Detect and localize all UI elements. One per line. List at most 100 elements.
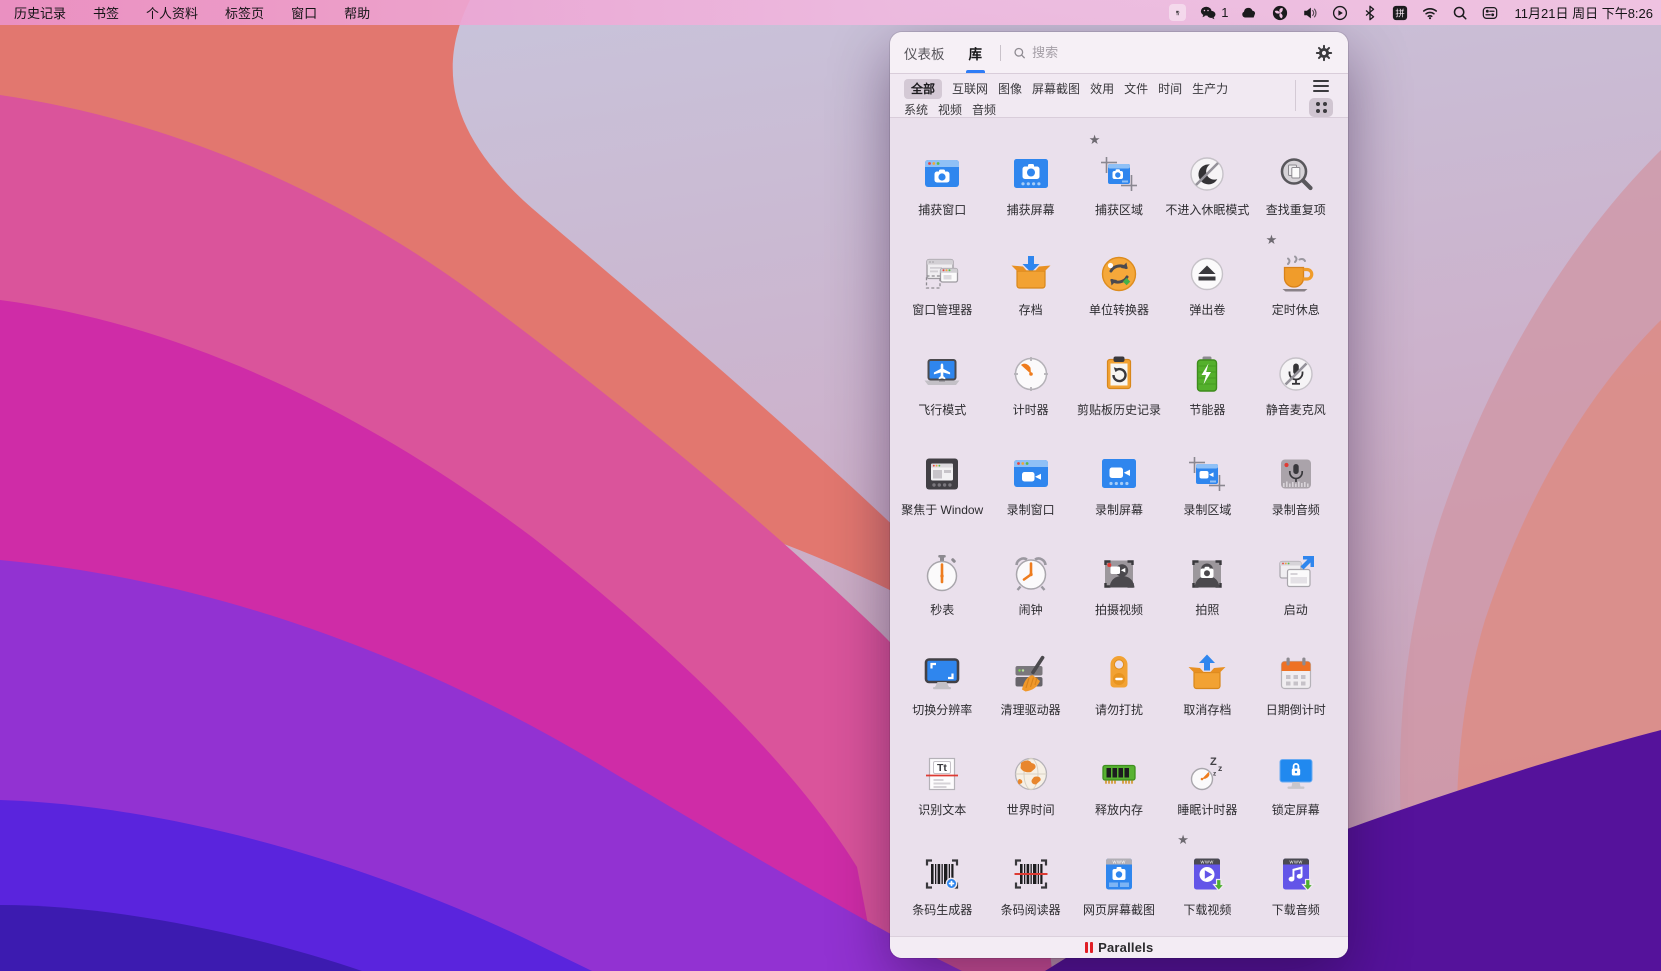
tab-library[interactable]: 库 (969, 32, 983, 73)
tool-label: 飞行模式 (918, 401, 966, 418)
tool-label: 剪贴板历史记录 (1077, 401, 1161, 418)
bluetooth-icon[interactable] (1362, 4, 1379, 21)
wechat-icon[interactable] (1199, 4, 1216, 21)
category-filter[interactable]: 时间 (1158, 79, 1182, 99)
cloud-app-icon[interactable] (1242, 4, 1259, 21)
tool-record-area[interactable]: 录制区域 (1163, 432, 1251, 532)
category-filter[interactable]: 音频 (972, 100, 996, 120)
search-input[interactable] (1032, 45, 1314, 60)
category-filter[interactable]: 全部 (904, 79, 942, 99)
tool-timer[interactable]: 计时器 (986, 332, 1074, 432)
tool-date-countdown[interactable]: 日期倒计时 (1252, 632, 1340, 732)
tool-alarm-clock[interactable]: 闹钟 (986, 532, 1074, 632)
tool-airplane-mode[interactable]: 飞行模式 (898, 332, 986, 432)
tool-eject-volumes[interactable]: 弹出卷 (1163, 232, 1251, 332)
tool-sleep-timer[interactable]: Zzz 睡眠计时器 (1163, 732, 1251, 832)
svg-text:WWW: WWW (1112, 860, 1125, 865)
tool-switch-resolution[interactable]: 切换分辨率 (898, 632, 986, 732)
tool-capture-window[interactable]: 捕获窗口 (898, 132, 986, 232)
capture-window-icon (920, 152, 964, 196)
input-source-icon[interactable]: 拼 (1392, 4, 1409, 21)
tool-unarchive[interactable]: 取消存档 (1163, 632, 1251, 732)
fan-app-icon[interactable] (1272, 4, 1289, 21)
menu-items: 历史记录 书签 个人资料 标签页 窗口 帮助 (14, 3, 370, 22)
do-not-disturb-icon (1097, 652, 1141, 696)
category-filter[interactable]: 系统 (904, 100, 928, 120)
tool-label: 定时休息 (1272, 301, 1320, 318)
unit-converter-icon (1097, 252, 1141, 296)
tool-archive[interactable]: 存档 (986, 232, 1074, 332)
tool-label: 睡眠计时器 (1177, 801, 1237, 818)
tool-record-audio[interactable]: 录制音频 (1252, 432, 1340, 532)
tool-free-memory[interactable]: 释放内存 (1075, 732, 1163, 832)
alarm-clock-icon (1009, 552, 1053, 596)
menu-bar-clock[interactable]: 11月21日 周日 下午8:26 (1515, 3, 1653, 22)
volume-icon[interactable] (1302, 4, 1319, 21)
tool-barcode-generator[interactable]: 条码生成器 (898, 832, 986, 932)
settings-gear-icon[interactable] (1314, 43, 1334, 63)
tool-label: 节能器 (1189, 401, 1225, 418)
tool-record-window[interactable]: 录制窗口 (986, 432, 1074, 532)
menu-item[interactable]: 帮助 (344, 3, 370, 22)
parallels-toolbox-menu-icon[interactable] (1169, 4, 1186, 21)
menu-item[interactable]: 个人资料 (146, 3, 198, 22)
tool-webpage-screenshot[interactable]: WWW网页屏幕截图 (1075, 832, 1163, 932)
status-area: 1 (1169, 3, 1653, 22)
tool-capture-screen[interactable]: 捕获屏幕 (986, 132, 1074, 232)
tool-find-duplicates[interactable]: 查找重复项 (1252, 132, 1340, 232)
category-filter[interactable]: 互联网 (952, 79, 988, 99)
tool-world-time[interactable]: 世界时间 (986, 732, 1074, 832)
category-filter[interactable]: 屏幕截图 (1032, 79, 1080, 99)
wifi-icon[interactable] (1422, 4, 1439, 21)
tool-recognize-text[interactable]: Tt识别文本 (898, 732, 986, 832)
window-manager-icon (920, 252, 964, 296)
tool-record-screen[interactable]: 录制屏幕 (1075, 432, 1163, 532)
category-bar: 全部互联网图像屏幕截图效用文件时间生产力 系统视频音频 (890, 74, 1348, 118)
menu-item[interactable]: 窗口 (291, 3, 317, 22)
tool-unit-converter[interactable]: 单位转换器 (1075, 232, 1163, 332)
tool-download-video[interactable]: ★WWW下载视频 (1163, 832, 1251, 932)
grid-view-icon[interactable] (1309, 98, 1333, 117)
lock-screen-icon (1274, 752, 1318, 796)
search-field[interactable] (1013, 45, 1314, 60)
control-center-icon[interactable] (1482, 4, 1499, 21)
play-circle-icon[interactable] (1332, 4, 1349, 21)
tool-label: 不进入休眠模式 (1165, 201, 1249, 218)
tab-dashboard[interactable]: 仪表板 (904, 32, 945, 73)
menu-item[interactable]: 标签页 (225, 3, 264, 22)
menu-item[interactable]: 历史记录 (14, 3, 66, 22)
spotlight-search-icon[interactable] (1452, 4, 1469, 21)
tool-window-manager[interactable]: 窗口管理器 (898, 232, 986, 332)
tool-clipboard-history[interactable]: 剪贴板历史记录 (1075, 332, 1163, 432)
svg-text:WWW: WWW (1201, 860, 1214, 865)
tool-capture-area[interactable]: ★捕获区域 (1075, 132, 1163, 232)
tool-take-video[interactable]: 拍摄视频 (1075, 532, 1163, 632)
tool-barcode-reader[interactable]: 条码阅读器 (986, 832, 1074, 932)
tool-focus-window[interactable]: 聚焦于 Window (898, 432, 986, 532)
tool-break-time[interactable]: ★定时休息 (1252, 232, 1340, 332)
tool-do-not-disturb[interactable]: 请勿打扰 (1075, 632, 1163, 732)
tool-stopwatch[interactable]: 秒表 (898, 532, 986, 632)
category-filter[interactable]: 效用 (1090, 79, 1114, 99)
tool-label: 启动 (1284, 601, 1308, 618)
tool-download-audio[interactable]: WWW下载音频 (1252, 832, 1340, 932)
tool-mute-microphone[interactable]: 静音麦克风 (1252, 332, 1340, 432)
sleep-timer-icon: Zzz (1185, 752, 1229, 796)
category-filter[interactable]: 文件 (1124, 79, 1148, 99)
tool-lock-screen[interactable]: 锁定屏幕 (1252, 732, 1340, 832)
eject-volumes-icon (1185, 252, 1229, 296)
tool-label: 秒表 (930, 601, 954, 618)
list-view-icon[interactable] (1310, 79, 1332, 93)
tool-clean-drive[interactable]: 清理驱动器 (986, 632, 1074, 732)
tool-launch[interactable]: 启动 (1252, 532, 1340, 632)
tool-label: 条码阅读器 (1001, 901, 1061, 918)
energy-saver-icon (1185, 352, 1229, 396)
menu-item[interactable]: 书签 (93, 3, 119, 22)
category-filter[interactable]: 视频 (938, 100, 962, 120)
category-filter[interactable]: 生产力 (1192, 79, 1228, 99)
tool-take-photo[interactable]: 拍照 (1163, 532, 1251, 632)
category-filter[interactable]: 图像 (998, 79, 1022, 99)
tool-energy-saver[interactable]: 节能器 (1163, 332, 1251, 432)
tool-do-not-sleep[interactable]: 不进入休眠模式 (1163, 132, 1251, 232)
panel-tabs: 仪表板库 (904, 32, 982, 73)
